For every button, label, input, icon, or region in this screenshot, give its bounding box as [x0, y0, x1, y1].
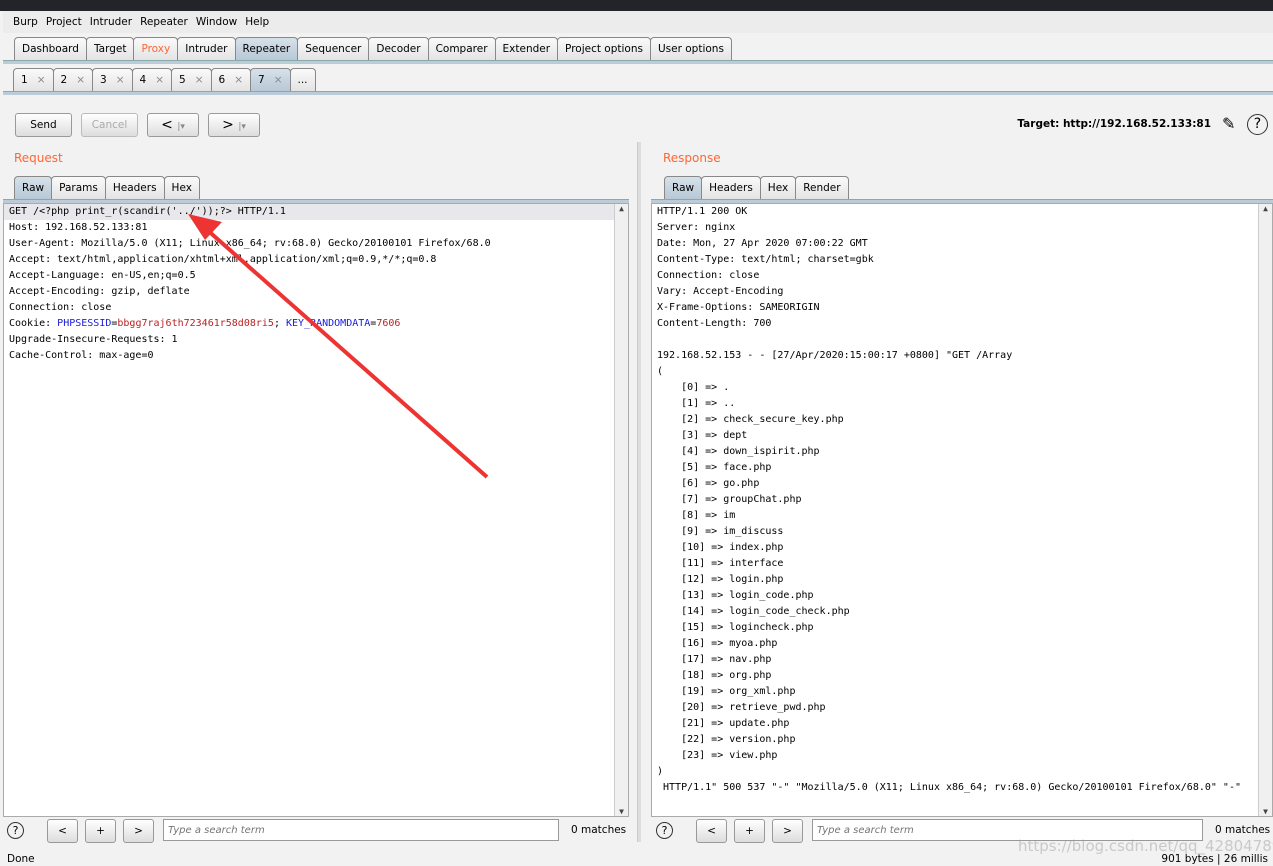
annotation-arrow: [188, 214, 489, 479]
arrow-shaft: [203, 226, 489, 479]
